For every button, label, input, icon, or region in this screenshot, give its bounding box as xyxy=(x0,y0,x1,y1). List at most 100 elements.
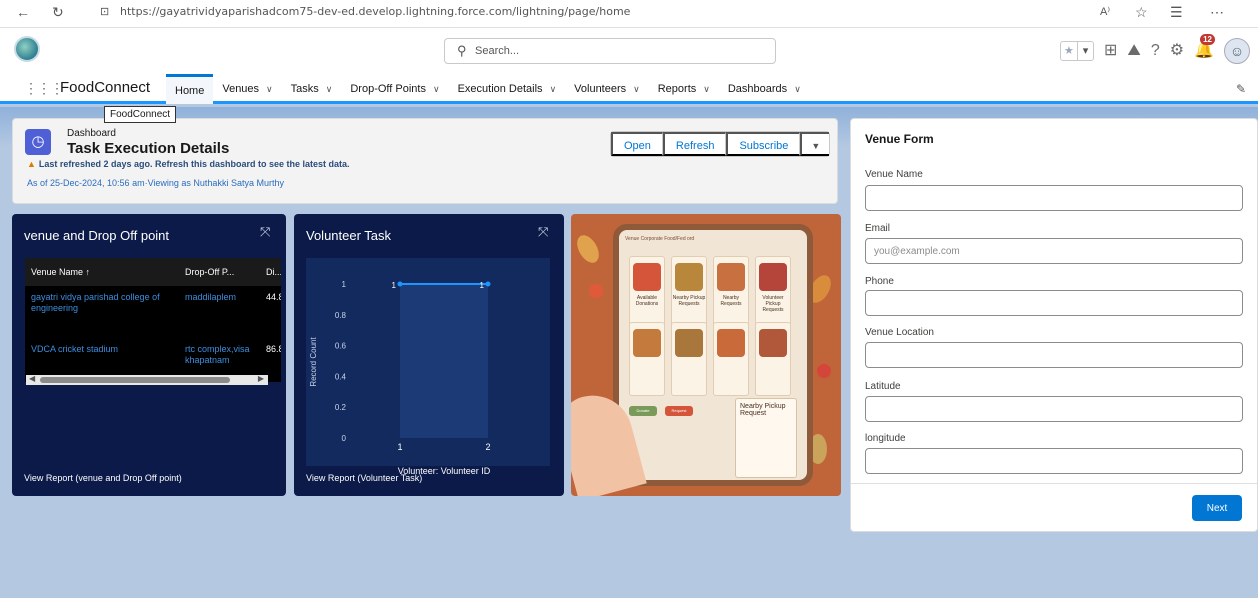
chevron-down-icon[interactable]: ∨ xyxy=(703,84,710,95)
venue-form-card: Venue Form Venue Name Email Phone Venue … xyxy=(850,118,1258,532)
back-icon[interactable]: ← xyxy=(16,2,30,22)
favorite-star-icon[interactable]: ☆ xyxy=(1135,2,1148,22)
global-header: ⚲ ★ ▾ ⊞ ⛰ ? ⚙ 🔔12 ☺ xyxy=(0,28,1258,74)
scroll-right-icon[interactable]: ▶ xyxy=(258,374,264,383)
nav-tab-label: Home xyxy=(175,84,205,97)
form-divider xyxy=(851,483,1257,484)
chart-area-fill xyxy=(400,284,488,438)
app-launcher-icon[interactable]: ⋮⋮⋮ xyxy=(24,81,64,95)
nav-tab-label: Execution Details xyxy=(457,83,543,95)
venue-name-input[interactable] xyxy=(865,185,1243,211)
chevron-down-icon[interactable]: ∨ xyxy=(326,84,333,95)
site-info-icon[interactable]: ⊡ xyxy=(100,2,109,22)
latitude-input[interactable] xyxy=(865,396,1243,422)
setup-gear-icon[interactable]: ⚙ xyxy=(1170,41,1184,61)
chevron-down-icon[interactable]: ∨ xyxy=(550,84,557,95)
address-bar[interactable]: https://gayatrividyaparishadcom75-dev-ed… xyxy=(120,5,630,18)
trailhead-icon[interactable]: ⛰ xyxy=(1127,41,1140,61)
collections-icon[interactable]: ☰ xyxy=(1170,2,1183,22)
chevron-down-icon[interactable]: ∨ xyxy=(794,84,801,95)
venue-cell[interactable]: gayatri vidya parishad college of engine… xyxy=(25,286,179,338)
chevron-down-icon[interactable]: ∨ xyxy=(433,84,440,95)
column-header[interactable]: Venue Name ↑ xyxy=(25,258,179,286)
global-search[interactable]: ⚲ xyxy=(444,38,776,64)
dropoff-cell[interactable]: maddilaplem xyxy=(179,286,260,338)
scrollbar-thumb[interactable] xyxy=(40,377,230,383)
longitude-input[interactable] xyxy=(865,448,1243,474)
search-icon: ⚲ xyxy=(457,43,467,58)
y-tick-label: 0.8 xyxy=(335,311,347,320)
nav-tab-home[interactable]: Home xyxy=(166,74,214,104)
app-name: FoodConnect xyxy=(60,79,151,96)
more-actions-chevron-icon[interactable]: ▼ xyxy=(800,132,830,156)
venue-location-label: Venue Location xyxy=(865,327,934,338)
view-report-link[interactable]: View Report (venue and Drop Off point) xyxy=(24,473,182,483)
nav-tab-dashboards[interactable]: Dashboards ∨ xyxy=(719,74,810,104)
x-tick-label: 2 xyxy=(485,442,490,452)
view-report-link[interactable]: View Report (Volunteer Task) xyxy=(306,473,422,483)
tablet-tile xyxy=(671,322,707,396)
favorites-star-icon[interactable]: ★ xyxy=(1061,42,1077,60)
dashboard-label: Dashboard xyxy=(67,128,116,139)
more-options-icon[interactable]: ⋯ xyxy=(1210,2,1224,22)
venue-location-input[interactable] xyxy=(865,342,1243,368)
search-input[interactable] xyxy=(475,42,755,60)
open-button[interactable]: Open xyxy=(611,132,663,156)
app-name-tooltip: FoodConnect xyxy=(104,106,177,123)
nav-tab-venues[interactable]: Venues ∨ xyxy=(213,74,281,104)
nearby-pickup-card: Nearby Pickup Request xyxy=(735,398,797,478)
tablet-tile-grid: Available Donations Nearby Pickup Reques… xyxy=(629,256,791,326)
venue-name-label: Venue Name xyxy=(865,169,923,180)
column-header[interactable]: Di... xyxy=(260,258,281,286)
refresh-button[interactable]: Refresh xyxy=(662,132,727,156)
tablet-tile: Volunteer Pickup Requests xyxy=(755,256,791,326)
help-icon[interactable]: ? xyxy=(1151,41,1160,61)
subscribe-button[interactable]: Subscribe xyxy=(726,132,801,156)
expand-icon[interactable]: ⤧ xyxy=(538,224,548,240)
nav-tab-volunteers[interactable]: Volunteers ∨ xyxy=(565,74,649,104)
y-tick-label: 0 xyxy=(342,434,347,443)
distance-cell: 44.8 xyxy=(260,286,281,338)
chevron-down-icon[interactable]: ∨ xyxy=(633,84,640,95)
nav-tab-execution-details[interactable]: Execution Details ∨ xyxy=(449,74,566,104)
app-navigation: ⋮⋮⋮ FoodConnect Home Venues ∨ Tasks ∨ Drop-Of… xyxy=(0,74,1258,104)
email-input[interactable] xyxy=(865,238,1243,264)
volunteer-task-widget: Volunteer Task ⤧ 0 0.2 0.4 0.6 0.8 1 Record Co… xyxy=(294,214,564,496)
read-aloud-icon[interactable]: A⁾ xyxy=(1100,2,1110,22)
notifications-bell-icon[interactable]: 🔔 12 xyxy=(1194,34,1215,61)
global-actions-icon[interactable]: ⊞ xyxy=(1104,41,1117,61)
org-logo[interactable] xyxy=(14,36,40,62)
scroll-left-icon[interactable]: ◀ xyxy=(29,374,35,383)
expand-icon[interactable]: ⤧ xyxy=(260,224,270,240)
volunteer-chart: 00.20.40.60.81Record Count1 2Volunteer: V… xyxy=(306,258,550,476)
tablet-buttons: Donate Request xyxy=(629,406,693,416)
nav-tab-label: Dashboards xyxy=(727,83,788,95)
decor-fruit xyxy=(589,284,603,298)
data-point xyxy=(485,281,491,287)
y-tick-label: 0.6 xyxy=(335,342,347,351)
dashboard-actions: Open Refresh Subscribe ▼ xyxy=(610,131,831,157)
tablet-request-pill: Request xyxy=(665,406,693,416)
refresh-warning: ▲ Last refreshed 2 days ago. Refresh this… xyxy=(27,159,350,169)
decor-leaf xyxy=(572,231,604,267)
column-header[interactable]: Drop-Off P... xyxy=(179,258,260,286)
favorites-group[interactable]: ★ ▾ xyxy=(1059,41,1094,61)
reload-icon[interactable]: ↻ xyxy=(52,2,64,22)
user-avatar[interactable]: ☺ xyxy=(1224,38,1250,64)
nav-tab-label: Tasks xyxy=(290,83,319,95)
nav-tab-drop-off-points[interactable]: Drop-Off Points ∨ xyxy=(341,74,448,104)
favorites-menu-icon[interactable]: ▾ xyxy=(1076,42,1093,60)
nav-tab-tasks[interactable]: Tasks ∨ xyxy=(282,74,342,104)
browser-toolbar: ← ↻ ⊡ https://gayatrividyaparishadcom75-… xyxy=(0,0,1258,28)
edit-nav-pencil-icon[interactable]: ✎ xyxy=(1236,82,1246,96)
nav-tab-reports[interactable]: Reports ∨ xyxy=(649,74,719,104)
tablet-tile-grid xyxy=(629,322,791,396)
chevron-down-icon[interactable]: ∨ xyxy=(266,84,273,95)
phone-input[interactable] xyxy=(865,290,1243,316)
horizontal-scrollbar[interactable]: ◀ ▶ xyxy=(26,374,268,385)
nav-tab-label: Drop-Off Points xyxy=(350,83,426,95)
warning-icon: ▲ xyxy=(27,159,36,169)
longitude-label: longitude xyxy=(865,433,906,444)
phone-label: Phone xyxy=(865,276,894,287)
next-button[interactable]: Next xyxy=(1192,495,1242,521)
